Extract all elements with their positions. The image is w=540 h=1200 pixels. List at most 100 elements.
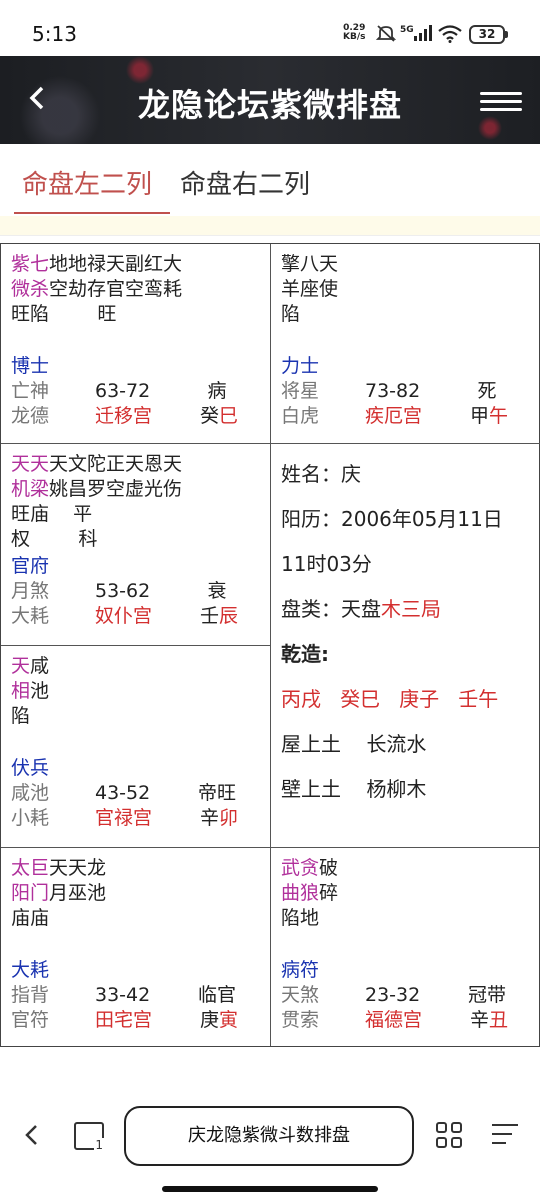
chart-grid: 紫七地地禄天副红大 微杀空劫存官空鸾耗 旺陷 旺 博士 亡神 63-72 病 龙德 迁… [0, 243, 540, 1047]
minor-stars: 羊座使 [281, 278, 339, 300]
nayin: 杨柳木 [366, 777, 427, 801]
life-stage: 帝旺 [197, 782, 236, 804]
name-value: 庆 [341, 462, 361, 486]
menu-lines-icon[interactable] [492, 1124, 518, 1148]
page-title-pill[interactable]: 庆龙隐紫微斗数排盘 [124, 1106, 414, 1166]
palace-branch: 卯 [219, 807, 239, 829]
pillar-month: 癸巳 [340, 687, 381, 711]
hamburger-menu-icon[interactable] [480, 92, 522, 112]
solar-label: 阳历： [281, 507, 341, 531]
status-bar: 5:13 0.29 KB/s 5G 32 [0, 0, 540, 56]
minor-stars: 碎 [319, 882, 339, 904]
decade-range: 53-62 [95, 580, 151, 602]
palace-stem: 辛 [199, 807, 219, 829]
palace-stem: 辛 [469, 1009, 489, 1031]
brightness-row: 旺庙 平 [11, 503, 93, 525]
doctor-star: 伏兵 [11, 757, 50, 779]
network-speed: 0.29 KB/s [343, 24, 365, 42]
minor-stars: 天天龙 [49, 857, 107, 879]
chevron-left-icon [25, 1125, 37, 1145]
home-indicator[interactable] [162, 1186, 378, 1192]
palace-branch: 辰 [219, 605, 239, 627]
app-header: 龙隐论坛紫微排盘 [0, 56, 540, 144]
brightness-row: 陷 [281, 303, 301, 325]
main-star: 曲狼 [281, 882, 320, 904]
grid-apps-icon[interactable] [436, 1122, 464, 1150]
main-star: 阳门 [11, 882, 50, 904]
minor-stars: 咸 [30, 655, 50, 677]
main-star: 机梁 [11, 478, 50, 500]
tab-left-columns[interactable]: 命盘左二列 [22, 164, 152, 201]
doctor-star: 病符 [281, 959, 320, 981]
decade-range: 23-32 [365, 984, 421, 1006]
doctor-star: 力士 [281, 355, 320, 377]
god-star: 天煞 [281, 984, 320, 1006]
palace-cell-chou[interactable]: 武贪破 曲狼碎 陷地 病符 天煞 23-32 冠带 贯索 福德宫 辛丑 [271, 848, 540, 1046]
pillars-line: 丙戌 癸巳 庚子 壬午 [281, 681, 540, 726]
minor-stars: 空劫存官空鸾耗 [49, 278, 183, 300]
decade-range: 73-82 [365, 380, 421, 402]
browser-back-button[interactable] [22, 1120, 42, 1158]
minor-stars: 擎八天 [281, 253, 339, 275]
palace-name: 福德宫 [365, 1009, 423, 1031]
minor-stars: 池 [30, 680, 50, 702]
year-god: 龙德 [11, 405, 50, 427]
palace-cell-chen[interactable]: 天天天文陀正天恩天 机梁姚昌罗空虚光伤 旺庙 平 权 科 官府 月煞 53-62 衰… [1, 444, 271, 646]
palace-stem: 壬 [199, 605, 219, 627]
star-row: 紫七地地禄天副红大 [11, 252, 270, 277]
main-star: 天天 [11, 453, 50, 475]
tab-right-columns[interactable]: 命盘右二列 [180, 164, 310, 201]
god-star: 指背 [11, 984, 50, 1006]
pillar-hour: 壬午 [458, 687, 499, 711]
star-row: 阳门月巫池 [11, 881, 270, 906]
name-line: 姓名：庆 [281, 456, 540, 501]
year-god: 白虎 [281, 405, 320, 427]
palace-branch: 寅 [219, 1009, 239, 1031]
palace-cell-wu[interactable]: 擎八天 羊座使 陷 力士 将星 73-82 死 白虎 疾厄宫 甲午 [271, 244, 540, 444]
notice-strip [0, 216, 540, 236]
palace-name: 疾厄宫 [365, 405, 423, 427]
palace-branch: 午 [489, 405, 509, 427]
minor-stars: 破 [319, 857, 339, 879]
minor-stars: 天文陀正天恩天 [49, 453, 183, 475]
battery-icon: 32 [469, 25, 508, 44]
chart-info-panel: 姓名：庆 阳历：2006年05月11日 11时03分 盘类：天盘木三局 乾造: … [271, 444, 540, 848]
life-stage: 冠带 [467, 984, 506, 1006]
tabs-count-icon[interactable] [74, 1122, 105, 1152]
main-star: 天 [11, 655, 31, 677]
palace-stem: 癸 [199, 405, 219, 427]
main-star: 武贪 [281, 857, 320, 879]
network-speed-unit: KB/s [343, 32, 366, 42]
signal-5g-icon: 5G [400, 25, 432, 41]
main-star: 微杀 [11, 278, 50, 300]
nayin: 屋上土 [281, 732, 341, 756]
active-tab-indicator [14, 212, 170, 214]
browser-bottom-bar: 庆龙隐紫微斗数排盘 [0, 1090, 540, 1200]
palace-cell-si[interactable]: 紫七地地禄天副红大 微杀空劫存官空鸾耗 旺陷 旺 博士 亡神 63-72 病 龙德 迁… [1, 244, 271, 444]
god-star: 亡神 [11, 380, 50, 402]
solar-date-line: 阳历：2006年05月11日 [281, 501, 540, 546]
solar-time: 11时03分 [281, 552, 372, 576]
star-row: 擎八天 [281, 252, 540, 277]
palace-stem: 甲 [469, 405, 489, 427]
palace-name: 迁移宫 [95, 405, 153, 427]
year-god: 贯索 [281, 1009, 320, 1031]
palace-stem: 庚 [199, 1009, 219, 1031]
palace-branch: 巳 [219, 405, 239, 427]
solar-date: 2006年05月11日 [341, 507, 503, 531]
life-stage: 病 [207, 380, 227, 402]
palace-branch: 丑 [489, 1009, 509, 1031]
doctor-star: 大耗 [11, 959, 50, 981]
signal-label: 5G [400, 25, 414, 35]
palace-cell-mao[interactable]: 天咸 相池 陷 伏兵 咸池 43-52 帝旺 小耗 官禄宫 辛卯 [1, 646, 271, 848]
status-time: 5:13 [32, 22, 77, 46]
life-stage: 死 [477, 380, 497, 402]
doctor-star: 博士 [11, 355, 50, 377]
transform-row: 权 科 [11, 528, 98, 550]
god-star: 咸池 [11, 782, 50, 804]
decade-range: 33-42 [95, 984, 151, 1006]
palace-cell-yin[interactable]: 太巨天天龙 阳门月巫池 庙庙 大耗 指背 33-42 临官 官符 田宅宫 庚寅 [1, 848, 271, 1046]
year-god: 大耗 [11, 605, 50, 627]
star-row: 天天天文陀正天恩天 [11, 452, 270, 477]
star-row: 曲狼碎 [281, 881, 540, 906]
